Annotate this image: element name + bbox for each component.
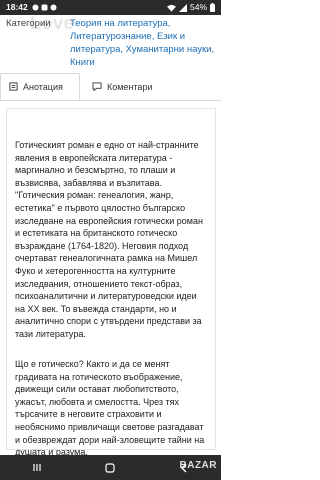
wifi-icon: [166, 4, 176, 12]
annotation-paragraph: Що е готическо? Както и да се менят град…: [15, 359, 205, 458]
notification-icon: [32, 4, 39, 11]
status-bar: 18:42 54%: [0, 0, 221, 15]
status-time: 18:42: [6, 2, 28, 12]
battery-percent: 54%: [189, 2, 207, 12]
document-icon: [9, 82, 18, 91]
signal-icon: [178, 3, 187, 12]
annotation-panel: Готическият роман е едно от най-страннит…: [6, 108, 216, 457]
categories-header: Love Категории Теория на литература, Лит…: [0, 15, 221, 70]
annotation-paragraph: Готическият роман е едно от най-страннит…: [15, 140, 203, 339]
notification-icon: [50, 4, 57, 11]
battery-icon: [210, 3, 215, 12]
notification-icon: [41, 4, 48, 11]
tab-bar: Анотация Коментари: [0, 73, 221, 101]
notification-icons: [32, 4, 57, 11]
recent-apps-icon[interactable]: [32, 463, 42, 472]
bazar-watermark: BAZAR: [179, 460, 217, 471]
tab-annotation[interactable]: Анотация: [0, 73, 80, 100]
system-icons: 54%: [166, 0, 215, 15]
categories-label: Категории: [6, 18, 51, 29]
tab-annotation-label: Анотация: [23, 81, 63, 92]
home-icon[interactable]: [105, 462, 116, 473]
tab-comments-label: Коментари: [107, 81, 153, 92]
comments-icon: [92, 82, 102, 91]
categories-links[interactable]: Теория на литература, Литературознание, …: [70, 17, 218, 69]
tab-comments[interactable]: Коментари: [84, 73, 194, 100]
